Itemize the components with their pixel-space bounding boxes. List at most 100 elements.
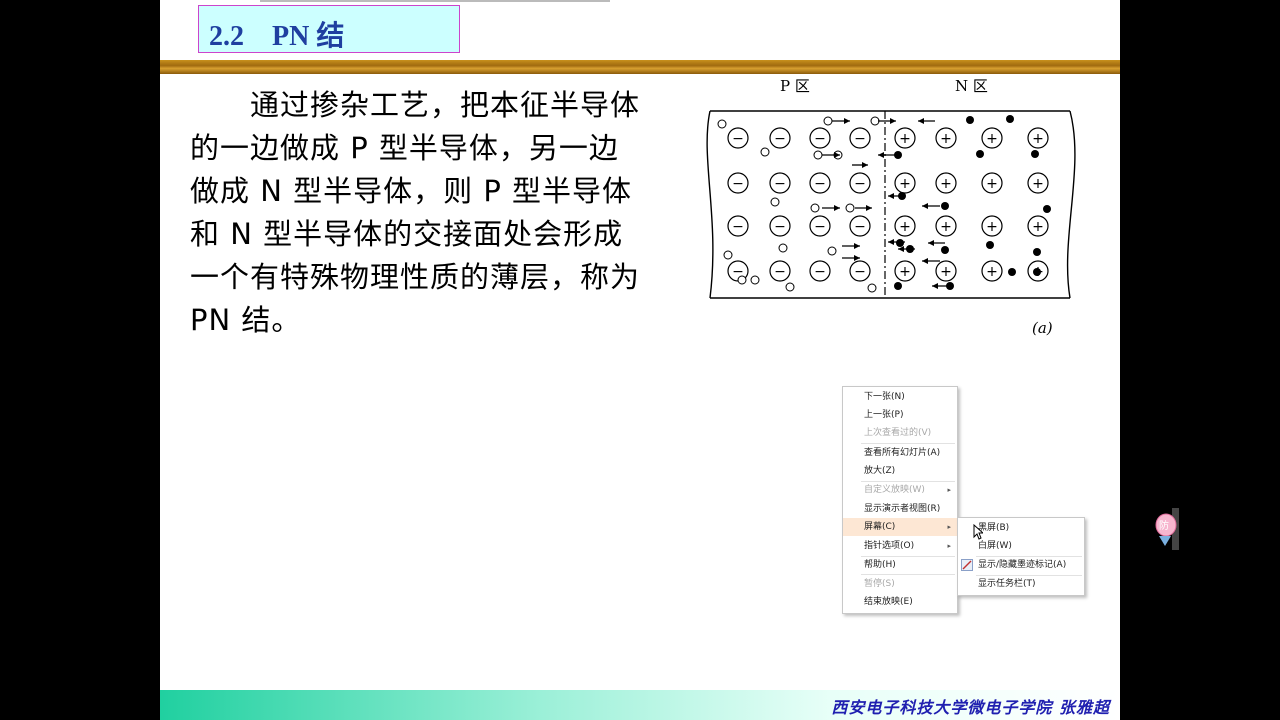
svg-text:−: − (814, 219, 826, 235)
electron-carrier (896, 239, 904, 247)
submenu-arrow-icon: ▸ (947, 542, 951, 550)
body-line: 通过掺杂工艺，把本征半导体 (190, 88, 641, 122)
n-region-label: N 区 (955, 77, 988, 95)
menu-item-label: 指针选项(O) (864, 541, 915, 551)
menu-item-next[interactable]: 下一张(N) (843, 388, 957, 406)
arrowhead (834, 205, 840, 211)
menu-item-help[interactable]: 帮助(H) (843, 556, 957, 574)
svg-text:+: + (986, 176, 998, 192)
body-line: 做成 N 型半导体，则 P 型半导体 (190, 174, 633, 208)
p-region-label: P 区 (780, 77, 810, 95)
svg-text:+: + (899, 219, 911, 235)
mouse-cursor-icon (973, 524, 983, 540)
arrowhead (890, 118, 896, 124)
svg-text:+: + (1032, 176, 1044, 192)
hole-carrier (723, 250, 733, 260)
arrowhead (918, 118, 924, 124)
electron-carrier (941, 202, 949, 210)
donor-ion: + (981, 215, 1003, 237)
electron-carrier (941, 246, 949, 254)
electron-carrier (1008, 268, 1016, 276)
submenu-item-show-taskbar[interactable]: 显示任务栏(T) (958, 575, 1084, 593)
slide-title-box: 2.2 PN 结 (198, 5, 460, 53)
hole-carrier (760, 147, 770, 157)
acceptor-ion: − (849, 127, 871, 149)
svg-text:−: − (774, 264, 786, 280)
slide-body-text: 通过掺杂工艺，把本征半导体 的一边做成 P 型半导体，另一边 做成 N 型半导体… (190, 84, 672, 342)
acceptor-ion: − (809, 127, 831, 149)
submenu-item-toggle-ink[interactable]: 显示/隐藏墨迹标记(A) (958, 556, 1084, 574)
hole-carrier (823, 116, 833, 126)
pn-junction-diagram: P 区 N 区 −−−−++++−−−−++++−−−−++++−−−−++++… (706, 77, 1076, 337)
svg-text:+: + (940, 176, 952, 192)
ink-markup-icon (961, 559, 973, 571)
svg-text:+: + (940, 219, 952, 235)
semiconductor-bar (706, 110, 1076, 299)
svg-text:−: − (732, 176, 744, 192)
arrowhead (878, 152, 884, 158)
menu-item-pause[interactable]: 暂停(S) (843, 575, 957, 593)
arrowhead (898, 246, 904, 252)
menu-item-zoom[interactable]: 放大(Z) (843, 462, 957, 480)
donor-ion: + (1027, 172, 1049, 194)
svg-text:+: + (986, 264, 998, 280)
slide-title: 2.2 PN 结 (209, 21, 345, 52)
electron-carrier (1033, 268, 1041, 276)
acceptor-ion: − (809, 260, 831, 282)
menu-item-previous[interactable]: 上一张(P) (843, 406, 957, 424)
widget-tail (1159, 536, 1171, 546)
svg-text:−: − (732, 219, 744, 235)
menu-item-screen[interactable]: 屏幕(C) ▸ (843, 518, 957, 536)
electron-carrier (1006, 115, 1014, 123)
svg-text:+: + (986, 219, 998, 235)
arrowhead (854, 255, 860, 261)
electron-carrier (894, 282, 902, 290)
menu-item-last-viewed[interactable]: 上次查看过的(V) (843, 424, 957, 442)
hole-carrier (750, 275, 760, 285)
menu-item-see-all-slides[interactable]: 查看所有幻灯片(A) (843, 444, 957, 462)
electron-carrier (1031, 150, 1039, 158)
acceptor-ion: − (769, 260, 791, 282)
svg-text:−: − (774, 219, 786, 235)
body-line: PN 结。 (190, 303, 302, 337)
donor-ion: + (981, 260, 1003, 282)
menu-item-end-show[interactable]: 结束放映(E) (843, 593, 957, 611)
svg-text:−: − (854, 219, 866, 235)
svg-text:+: + (899, 131, 911, 147)
diffusion-arrows (822, 118, 950, 289)
svg-text:+: + (1032, 131, 1044, 147)
donor-ion: + (981, 127, 1003, 149)
menu-item-presenter-view[interactable]: 显示演示者视图(R) (843, 500, 957, 518)
submenu-arrow-icon: ▸ (947, 523, 951, 531)
hole-carrier (778, 243, 788, 253)
hole-carrier (737, 275, 747, 285)
acceptor-ion: − (849, 215, 871, 237)
svg-text:−: − (774, 131, 786, 147)
context-menu: 下一张(N) 上一张(P) 上次查看过的(V) 查看所有幻灯片(A) 放大(Z)… (842, 386, 958, 614)
donor-ion: + (1027, 215, 1049, 237)
menu-item-custom-show[interactable]: 自定义放映(W) ▸ (843, 481, 957, 499)
floating-side-widget[interactable]: 防 (1155, 508, 1179, 550)
hole-carrier (717, 119, 727, 129)
donor-ion: + (894, 215, 916, 237)
acceptor-ion: − (727, 127, 749, 149)
hole-carrier (810, 203, 820, 213)
donor-ion: + (935, 260, 957, 282)
menu-item-pointer-options[interactable]: 指针选项(O) ▸ (843, 537, 957, 555)
acceptor-ion: − (769, 215, 791, 237)
svg-text:+: + (899, 264, 911, 280)
donor-ion: + (894, 127, 916, 149)
widget-label: 防 (1159, 519, 1169, 532)
electron-carrier (1033, 248, 1041, 256)
slide: 2.2 PN 结 通过掺杂工艺，把本征半导体 的一边做成 P 型半导体，另一边 … (160, 0, 1120, 720)
acceptor-ion: − (769, 127, 791, 149)
electron-carrier (1043, 205, 1051, 213)
svg-text:−: − (854, 264, 866, 280)
arrowhead (866, 205, 872, 211)
arrowhead (928, 240, 934, 246)
svg-text:−: − (854, 131, 866, 147)
donor-ion: + (894, 172, 916, 194)
arrowhead (922, 203, 928, 209)
hole-carrier (867, 283, 877, 293)
svg-text:+: + (940, 264, 952, 280)
